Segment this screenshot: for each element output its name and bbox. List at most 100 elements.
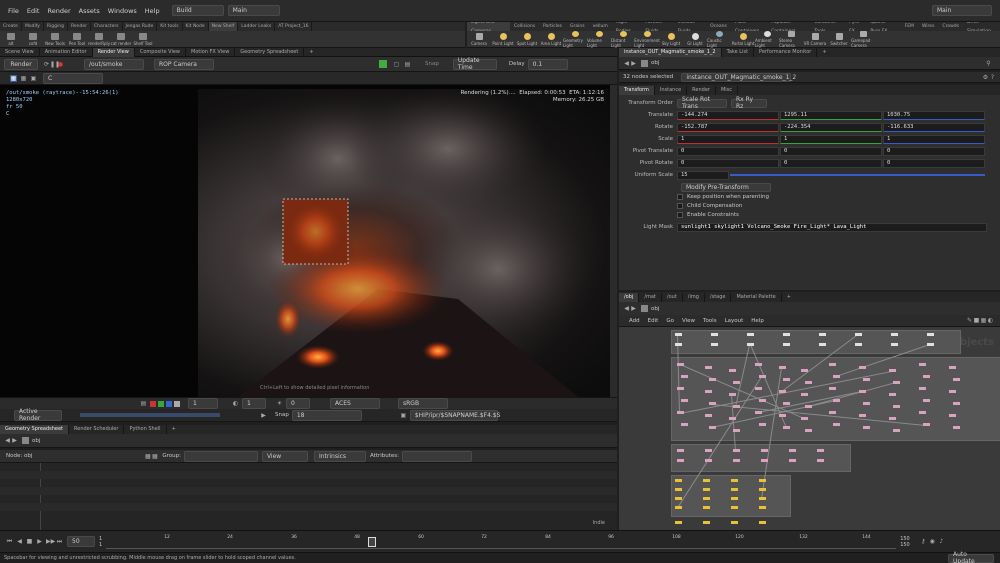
tab-geometry-spreadsheet[interactable]: Geometry Spreadsheet [235, 47, 305, 57]
network-node[interactable] [729, 369, 736, 372]
network-node[interactable] [705, 459, 712, 462]
network-node[interactable] [819, 343, 826, 346]
net-menu-help[interactable]: Help [747, 318, 768, 324]
network-node[interactable] [893, 429, 900, 432]
network-node[interactable] [783, 343, 790, 346]
add-tab-button[interactable]: + [304, 48, 318, 57]
tab-animation-editor[interactable]: Animation Editor [40, 47, 93, 57]
network-node[interactable] [805, 381, 812, 384]
group-field[interactable] [183, 450, 258, 462]
tab-misc[interactable]: Misc [716, 85, 739, 95]
play-forward-icon[interactable]: ▶ [36, 538, 43, 545]
network-node[interactable] [779, 414, 786, 417]
tab-geometry-spreadsheet-2[interactable]: Geometry Spreadsheet [0, 425, 70, 434]
tab-img[interactable]: /img [683, 292, 705, 302]
color-palette-icon[interactable]: ◐ [987, 317, 994, 324]
network-node[interactable] [819, 333, 826, 336]
lights-tab[interactable]: FEM [901, 22, 918, 31]
lights-tab[interactable]: Wires [918, 22, 938, 31]
shelf-tab[interactable]: Ladder Leaks [238, 22, 276, 31]
lut-select[interactable]: ACES [330, 398, 380, 409]
uniform-scale-field[interactable]: 15 [677, 170, 729, 180]
scale-y[interactable]: 1 [780, 134, 882, 144]
pause-icon[interactable]: ❚❚ [50, 61, 60, 68]
gamma-field[interactable]: 1 [242, 398, 266, 409]
current-frame-field[interactable]: 50 [67, 536, 95, 547]
network-node[interactable] [747, 343, 754, 346]
shelf-tab[interactable]: Kit Node [183, 22, 209, 31]
menu-help[interactable]: Help [141, 7, 164, 15]
shelf-tool[interactable]: Shelf Tool [132, 31, 154, 48]
exposure-field[interactable]: 0 [286, 398, 310, 409]
network-node[interactable] [919, 387, 926, 390]
network-node[interactable] [677, 387, 684, 390]
tab-node-params[interactable]: instance_OUT_Magmatic_smoke_1_2 [619, 48, 722, 57]
switcher-tool[interactable]: Switcher [827, 31, 851, 48]
network-node[interactable] [677, 449, 684, 452]
compare-icon[interactable]: ▣ [30, 75, 37, 82]
network-node[interactable] [891, 343, 898, 346]
pin-icon[interactable]: ⚲ [985, 60, 992, 67]
network-node[interactable] [677, 363, 684, 366]
forward-icon[interactable]: ▶ [630, 60, 637, 67]
network-node[interactable] [953, 426, 960, 429]
network-node[interactable] [709, 402, 716, 405]
network-node[interactable] [675, 497, 682, 500]
sky-light-tool[interactable]: Sky Light [659, 31, 683, 48]
uniform-scale-slider[interactable] [730, 174, 985, 176]
network-node[interactable] [801, 417, 808, 420]
net-menu-tools[interactable]: Tools [699, 318, 721, 324]
network-path[interactable]: obj [651, 306, 659, 312]
network-node[interactable] [705, 390, 712, 393]
add-tab-button[interactable]: + [167, 425, 181, 434]
auto-update-select[interactable]: Auto Update [948, 551, 994, 563]
green-channel-icon[interactable] [158, 400, 164, 407]
back-icon[interactable]: ◀ [4, 437, 11, 444]
lights-tab[interactable]: Crowds [938, 22, 963, 31]
node-name-field[interactable]: instance_OUT_Magmatic_smoke_1_2 [681, 72, 796, 82]
rop-path-field[interactable]: /out/smoke [84, 58, 144, 70]
enable-constraints-checkbox[interactable] [677, 212, 683, 218]
network-node[interactable] [783, 333, 790, 336]
grid-icon[interactable]: ▦ [20, 75, 27, 82]
add-tab-button[interactable]: + [817, 48, 831, 57]
network-node[interactable] [681, 399, 688, 402]
render-button[interactable]: Render [4, 58, 38, 70]
network-node[interactable] [889, 393, 896, 396]
colorspace-select[interactable]: sRGB [398, 398, 448, 409]
gamepad-camera-tool[interactable]: Gamepad Camera [851, 30, 875, 48]
network-node[interactable] [761, 459, 768, 462]
pivot-translate-x[interactable]: 0 [677, 146, 779, 156]
menu-edit[interactable]: Edit [23, 7, 44, 15]
network-node[interactable] [675, 479, 682, 482]
save-icon[interactable]: ▣ [400, 412, 407, 419]
tab-render-view[interactable]: Render View [92, 47, 135, 57]
network-node[interactable] [759, 423, 766, 426]
lights-tab[interactable]: Drive Simulation [963, 22, 1000, 31]
green-toggle-icon[interactable] [379, 60, 387, 68]
light-mask-field[interactable]: sunlight1 skylight1 Volcano_Smoke Fire_L… [677, 222, 987, 232]
view-select[interactable]: View [261, 450, 308, 462]
ambient-light-tool[interactable]: Ambient Light [755, 30, 779, 48]
network-node[interactable] [747, 333, 754, 336]
network-node[interactable] [681, 375, 688, 378]
network-node[interactable] [703, 497, 710, 500]
geometry-light-tool[interactable]: Geometry Light [563, 30, 587, 48]
network-node[interactable] [729, 393, 736, 396]
red-channel-icon[interactable] [150, 400, 156, 407]
network-node[interactable] [755, 411, 762, 414]
ship-path-field[interactable]: $HIP/ipr/$SNAPNAME.$F4.$S [409, 409, 500, 421]
tab-material-palette[interactable]: Material Palette [731, 292, 782, 302]
intrinsics-select[interactable]: Intrinsics [313, 450, 366, 462]
stop-playback-icon[interactable]: ■ [26, 538, 33, 545]
network-editor[interactable]: Objects [619, 327, 1000, 530]
network-node[interactable] [705, 414, 712, 417]
network-node[interactable] [889, 417, 896, 420]
tab-scene-view[interactable]: Scene View [0, 47, 40, 57]
network-node[interactable] [789, 459, 796, 462]
network-node[interactable] [783, 378, 790, 381]
network-node[interactable] [675, 488, 682, 491]
network-node[interactable] [923, 423, 930, 426]
network-node[interactable] [889, 369, 896, 372]
network-node[interactable] [705, 366, 712, 369]
